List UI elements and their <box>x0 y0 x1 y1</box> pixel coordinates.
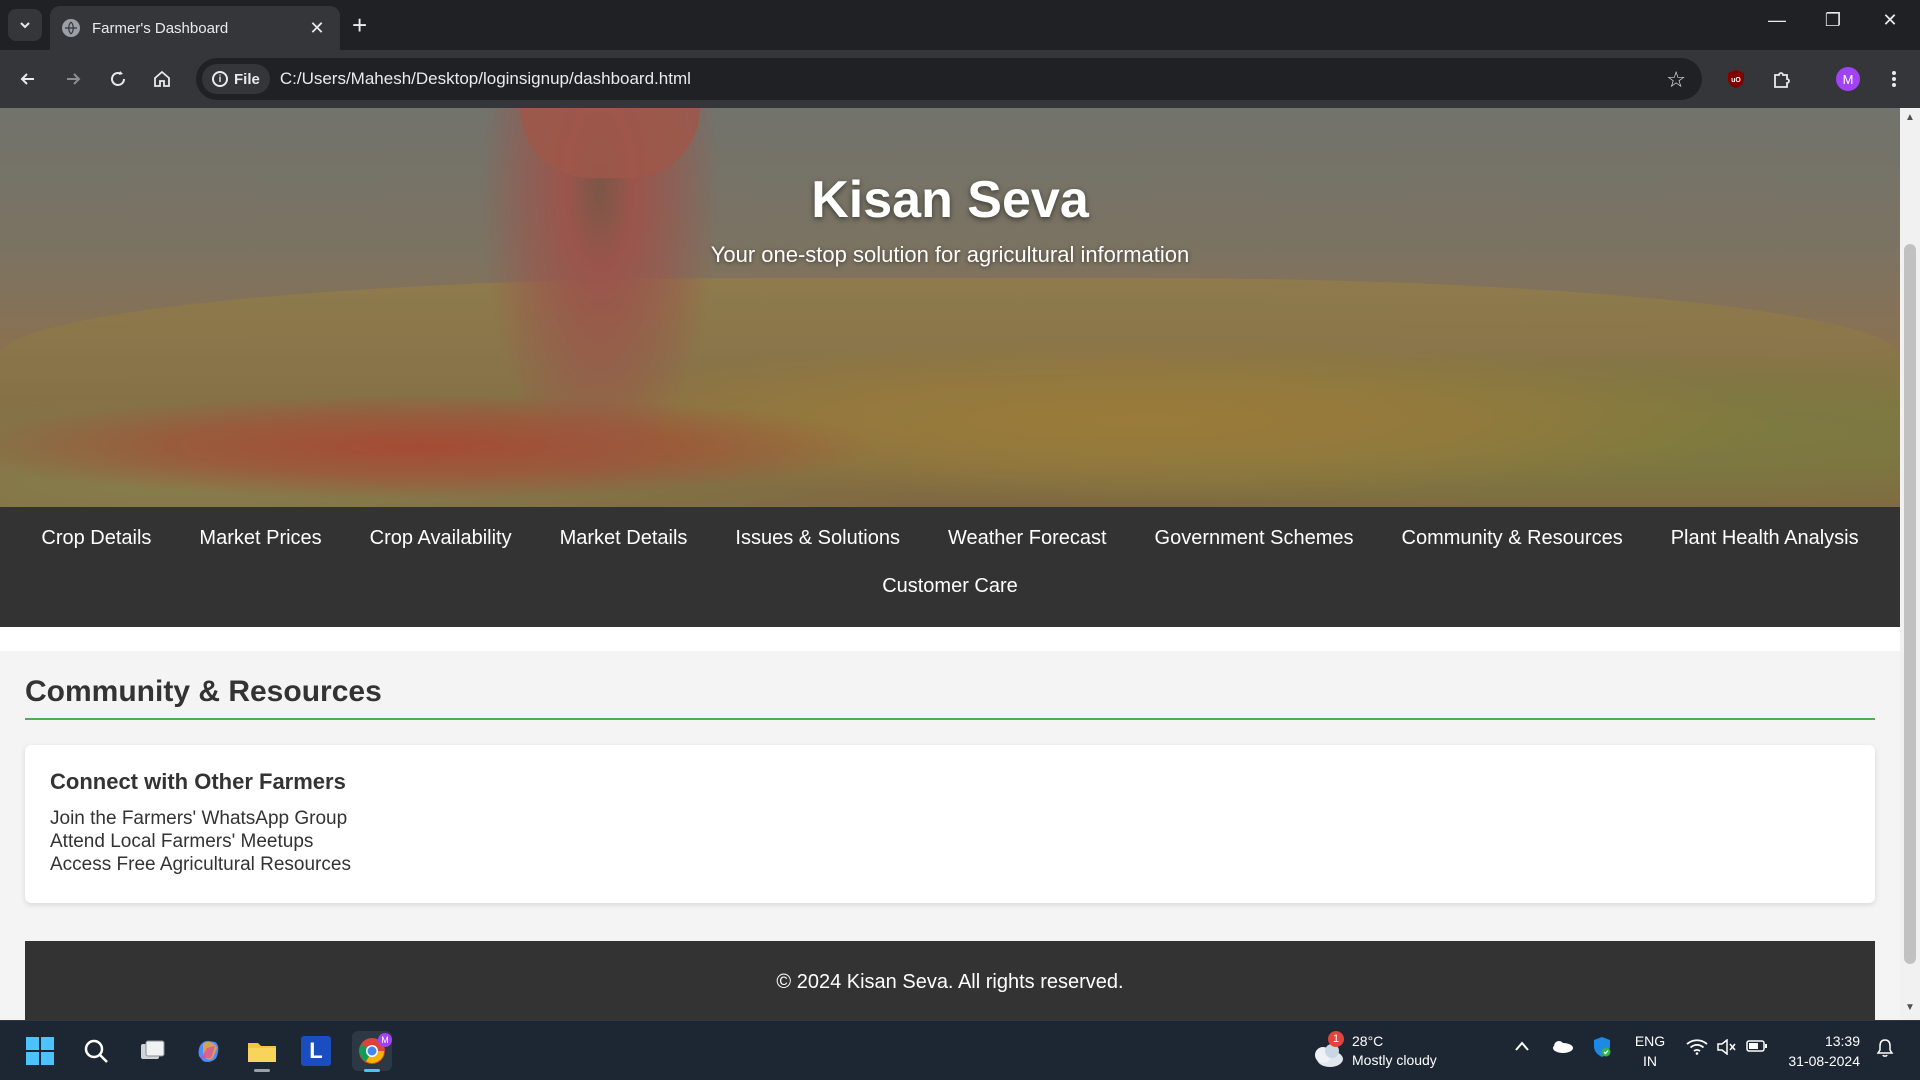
reload-icon <box>111 71 125 86</box>
forward-button[interactable] <box>59 65 87 93</box>
app-l-icon: L <box>301 1036 331 1066</box>
system-clock[interactable]: 13:39 31-08-2024 <box>1780 1031 1860 1071</box>
onedrive-cloud-icon[interactable] <box>1550 1039 1574 1056</box>
url-text[interactable]: C:/Users/Mahesh/Desktop/loginsignup/dash… <box>280 69 691 89</box>
start-button[interactable] <box>20 1031 60 1071</box>
profile-initial: M <box>1836 67 1860 91</box>
nav-link-crop-availability[interactable]: Crop Availability <box>346 527 536 550</box>
restore-button[interactable]: ❐ <box>1813 10 1853 31</box>
arrow-left-icon <box>20 73 34 85</box>
browser-toolbar: i File C:/Users/Mahesh/Desktop/loginsign… <box>0 50 1920 108</box>
nav-link-plant-health-analysis[interactable]: Plant Health Analysis <box>1647 527 1883 550</box>
nav-link-government-schemes[interactable]: Government Schemes <box>1131 527 1378 550</box>
clock-time: 13:39 <box>1824 1033 1860 1049</box>
list-item[interactable]: Join the Farmers' WhatsApp Group <box>50 807 1850 830</box>
copilot-button[interactable] <box>188 1031 228 1071</box>
minimize-button[interactable]: — <box>1757 10 1797 31</box>
close-tab-icon[interactable]: ✕ <box>306 18 328 39</box>
wifi-icon[interactable] <box>1686 1039 1708 1058</box>
nav-link-community-resources[interactable]: Community & Resources <box>1378 527 1647 550</box>
active-indicator <box>364 1069 380 1072</box>
site-info-chip[interactable]: i File <box>202 64 270 94</box>
back-button[interactable] <box>14 65 42 93</box>
language-indicator[interactable]: ENG IN <box>1630 1031 1670 1071</box>
nav-link-issues-solutions[interactable]: Issues & Solutions <box>711 527 924 550</box>
chrome-profile-badge: M <box>378 1033 392 1047</box>
windows-taskbar: L M 1 28°C Mostly cloudy ENG IN 13:39 31… <box>0 1020 1920 1080</box>
copilot-icon <box>198 1040 219 1062</box>
region-code: IN <box>1643 1053 1657 1069</box>
card-title: Connect with Other Farmers <box>50 769 346 794</box>
ublock-extension-icon[interactable]: uO <box>1722 65 1750 93</box>
nav-link-customer-care[interactable]: Customer Care <box>858 575 1042 598</box>
windows-logo-icon <box>26 1037 54 1065</box>
site-title: Kisan Seva <box>811 171 1089 229</box>
footer-copyright: © 2024 Kisan Seva. All rights reserved. <box>776 971 1124 993</box>
new-tab-button[interactable]: + <box>352 12 367 38</box>
page-viewport: Kisan Seva Your one-stop solution for ag… <box>0 108 1900 1020</box>
list-item[interactable]: Attend Local Farmers' Meetups <box>50 830 1850 853</box>
task-view-button[interactable] <box>132 1031 172 1071</box>
bookmark-star-icon[interactable]: ☆ <box>1666 67 1686 93</box>
globe-icon <box>62 19 80 37</box>
search-button[interactable] <box>76 1031 116 1071</box>
close-window-button[interactable]: ✕ <box>1870 10 1910 31</box>
nav-link-crop-details[interactable]: Crop Details <box>17 527 175 550</box>
scroll-up-icon[interactable]: ▲ <box>1905 112 1915 123</box>
page-scrollbar[interactable]: ▲ ▼ <box>1900 108 1920 1020</box>
weather-alert-badge: 1 <box>1328 1031 1344 1047</box>
nav-link-weather-forecast[interactable]: Weather Forecast <box>924 527 1131 550</box>
weather-description: Mostly cloudy <box>1352 1052 1437 1068</box>
home-button[interactable] <box>148 65 176 93</box>
section-divider <box>25 718 1875 720</box>
section-title: Community & Resources <box>25 675 382 708</box>
page-footer: © 2024 Kisan Seva. All rights reserved. <box>25 941 1875 1020</box>
nav-row-primary: Crop Details Market Prices Crop Availabi… <box>0 527 1900 550</box>
app-l-button[interactable]: L <box>296 1031 336 1071</box>
show-hidden-icons-chevron-up-icon[interactable] <box>1514 1039 1530 1055</box>
scrollbar-thumb[interactable] <box>1904 244 1916 964</box>
file-explorer-button[interactable] <box>242 1031 282 1072</box>
site-subtitle: Your one-stop solution for agricultural … <box>710 242 1190 267</box>
nav-row-secondary: Customer Care <box>0 575 1900 598</box>
chrome-button[interactable]: M <box>352 1031 392 1072</box>
tab-search-button[interactable] <box>8 9 42 41</box>
address-bar[interactable]: i File C:/Users/Mahesh/Desktop/loginsign… <box>196 58 1702 100</box>
nav-link-market-prices[interactable]: Market Prices <box>175 527 345 550</box>
folder-icon <box>248 1043 276 1062</box>
home-icon <box>154 70 170 87</box>
speaker-muted-icon[interactable] <box>1716 1038 1736 1058</box>
arrow-right-icon <box>67 73 81 85</box>
site-chip-label: File <box>234 70 260 88</box>
clock-date: 31-08-2024 <box>1788 1053 1860 1069</box>
weather-temperature: 28°C <box>1352 1033 1384 1049</box>
extensions-puzzle-icon[interactable] <box>1768 65 1796 93</box>
nav-spacer <box>0 627 1900 651</box>
scroll-down-icon[interactable]: ▼ <box>1905 1002 1915 1013</box>
hero-banner: Kisan Seva Your one-stop solution for ag… <box>0 108 1900 507</box>
list-item[interactable]: Access Free Agricultural Resources <box>50 853 1850 876</box>
community-card: Connect with Other Farmers Join the Farm… <box>25 745 1875 903</box>
language-code: ENG <box>1634 1033 1666 1049</box>
notification-bell-icon[interactable] <box>1876 1038 1894 1061</box>
main-navigation: Crop Details Market Prices Crop Availabi… <box>0 507 1900 627</box>
browser-menu-icon[interactable] <box>1880 65 1908 93</box>
running-indicator <box>254 1069 270 1072</box>
hero-overlay <box>0 108 1900 507</box>
profile-avatar[interactable]: M <box>1834 65 1862 93</box>
browser-tab-active[interactable]: Farmer's Dashboard ✕ <box>50 6 340 50</box>
battery-icon[interactable] <box>1746 1039 1768 1056</box>
browser-tab-bar: Farmer's Dashboard ✕ + — ❐ ✕ <box>0 0 1920 50</box>
chevron-down-icon <box>20 22 30 29</box>
task-view-icon <box>141 1040 165 1059</box>
search-icon <box>84 1039 108 1063</box>
tab-title: Farmer's Dashboard <box>92 19 229 37</box>
svg-text:uO: uO <box>1731 77 1741 84</box>
info-icon: i <box>212 71 228 87</box>
nav-link-market-details[interactable]: Market Details <box>536 527 712 550</box>
security-shield-icon[interactable] <box>1592 1036 1612 1061</box>
weather-widget[interactable]: 1 28°C Mostly cloudy <box>1310 1031 1460 1071</box>
reload-button[interactable] <box>104 65 132 93</box>
